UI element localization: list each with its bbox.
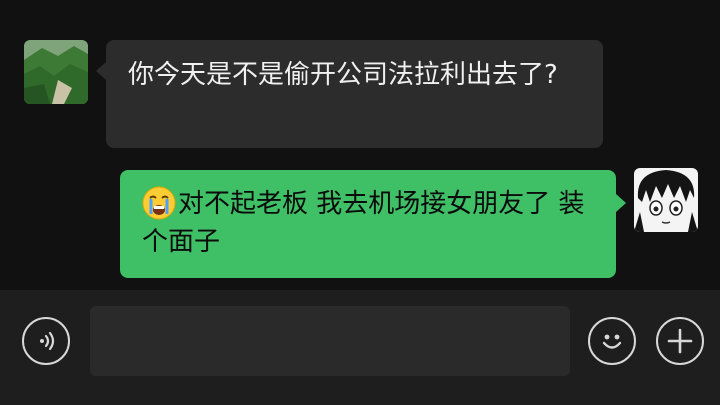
voice-button[interactable] (22, 317, 70, 365)
outgoing-message-bubble[interactable]: 对不起老板 我去机场接女朋友了 装个面子 (120, 170, 626, 278)
incoming-message-text: 你今天是不是偷开公司法拉利出去了? (128, 60, 558, 90)
emoji-button[interactable] (588, 317, 636, 365)
plus-button[interactable] (656, 317, 704, 365)
message-input[interactable] (90, 306, 570, 376)
landscape-avatar-image (24, 40, 88, 104)
my-avatar[interactable] (634, 168, 698, 232)
anime-avatar-image (634, 168, 698, 232)
crying-face-icon (142, 186, 176, 220)
outgoing-message-text: 对不起老板 我去机场接女朋友了 装个面子 (142, 189, 585, 257)
plus-icon (667, 328, 693, 354)
incoming-message-bubble[interactable]: 你今天是不是偷开公司法拉利出去了? (96, 40, 603, 148)
boss-avatar[interactable] (24, 40, 88, 104)
voice-icon (40, 331, 55, 351)
emoji-icon (602, 334, 622, 349)
chat-area: 你今天是不是偷开公司法拉利出去了? 对不起老板 我去机场接女朋友了 装个面子 (0, 0, 720, 290)
